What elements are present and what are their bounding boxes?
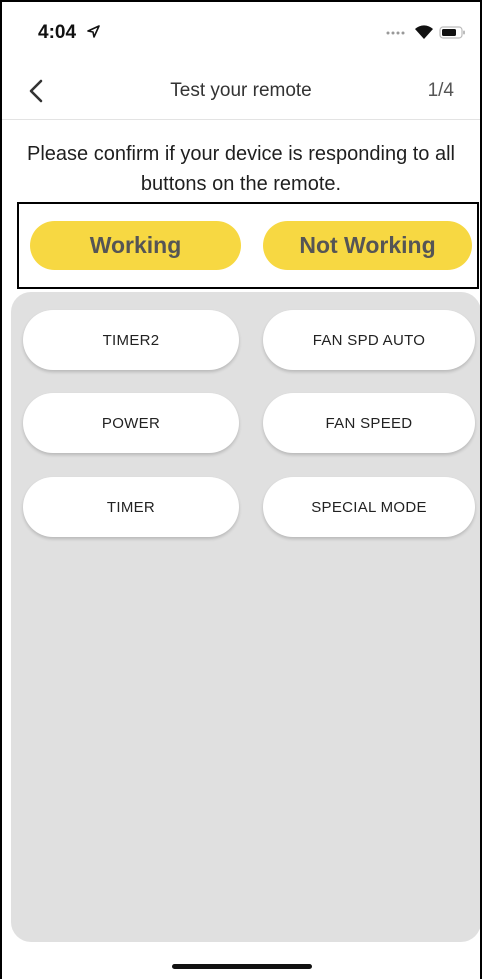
phone-screen: 4:04 Test your remote 1/4 Please confirm… xyxy=(0,0,482,979)
instruction-text: Please confirm if your device is respond… xyxy=(27,143,455,195)
battery-icon xyxy=(439,26,465,39)
location-arrow-icon xyxy=(87,25,100,38)
remote-button-timer2[interactable]: TIMER2 xyxy=(23,310,239,370)
not-working-button[interactable]: Not Working xyxy=(263,221,472,270)
remote-button-special-mode[interactable]: SPECIAL MODE xyxy=(263,477,475,537)
status-bar: 4:04 xyxy=(2,2,480,66)
remote-button-timer[interactable]: TIMER xyxy=(23,477,239,537)
status-time: 4:04 xyxy=(38,22,77,43)
remote-button-fan-speed[interactable]: FAN SPEED xyxy=(263,393,475,453)
working-button[interactable]: Working xyxy=(30,221,241,270)
nav-bar: Test your remote 1/4 xyxy=(2,66,480,120)
confirm-section: Working Not Working xyxy=(17,202,479,289)
wifi-icon xyxy=(415,25,433,39)
home-indicator[interactable] xyxy=(172,964,312,969)
remote-button-power[interactable]: POWER xyxy=(23,393,239,453)
remote-button-fan-spd-auto[interactable]: FAN SPD AUTO xyxy=(263,310,475,370)
signal-dots-icon xyxy=(386,31,405,35)
step-counter: 1/4 xyxy=(427,80,454,101)
remote-buttons-panel: TIMER2 FAN SPD AUTO POWER FAN SPEED TIME… xyxy=(11,292,480,942)
page-title: Test your remote xyxy=(170,80,312,101)
